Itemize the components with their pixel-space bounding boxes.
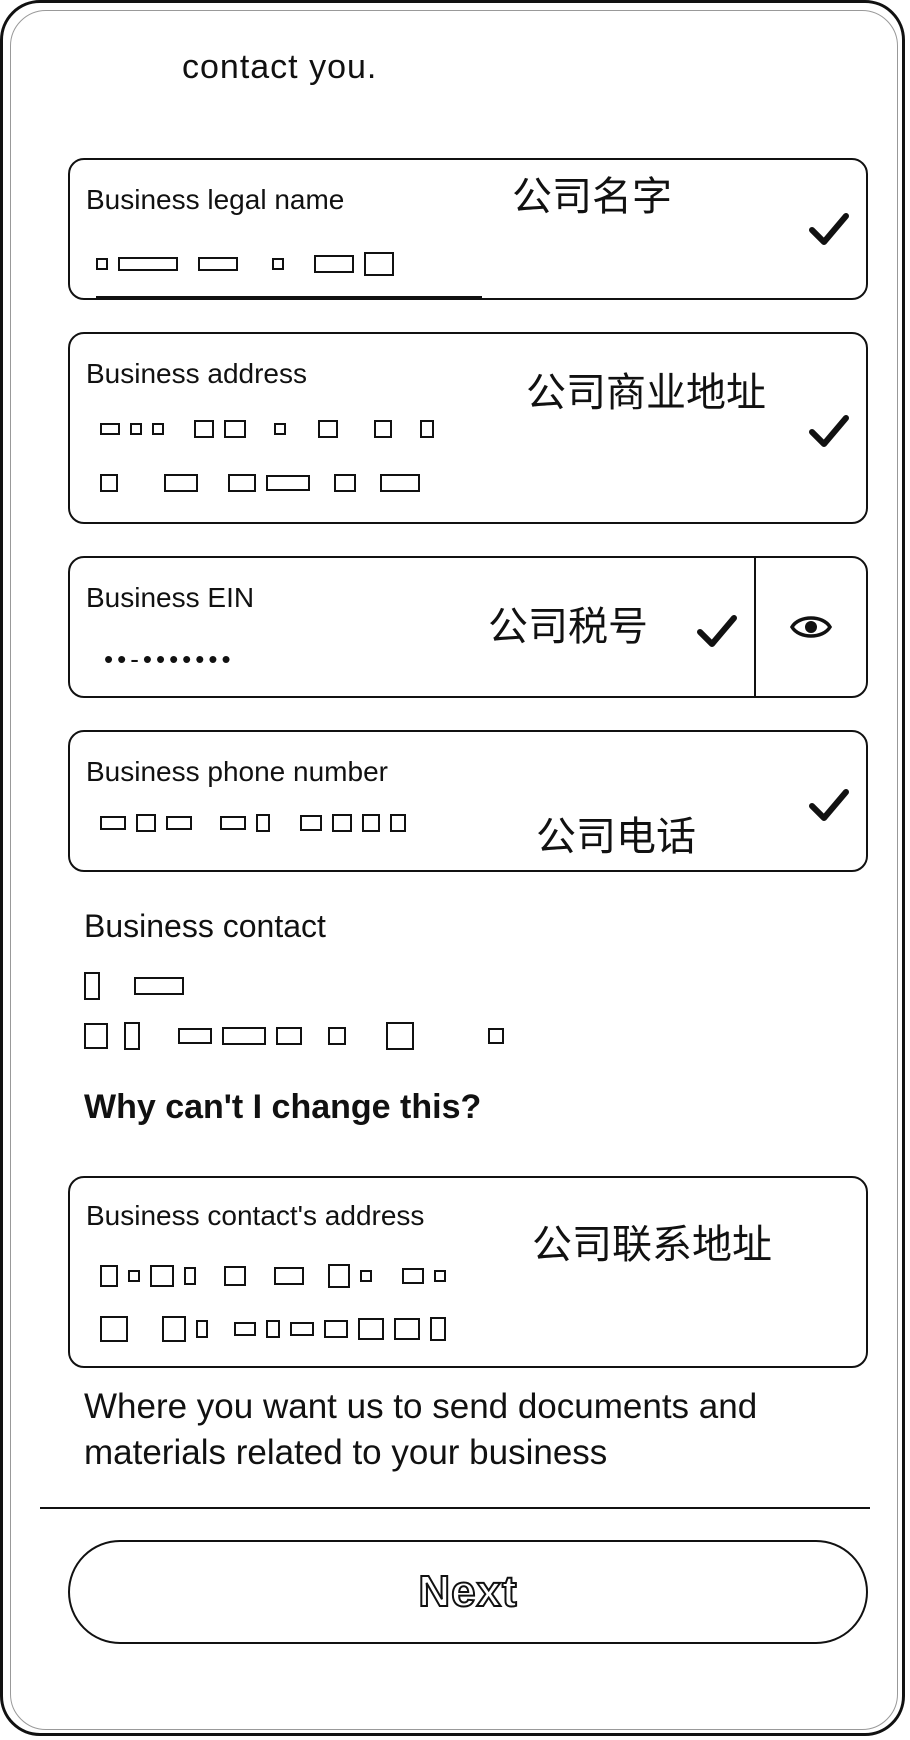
check-icon <box>806 206 852 252</box>
why-cant-change-link[interactable]: Why can't I change this? <box>84 1088 481 1127</box>
business-phone-annotation: 公司电话 <box>536 814 696 860</box>
text-cursor-underline <box>96 296 482 299</box>
intro-text: contact you. <box>182 48 378 86</box>
business-phone-field[interactable]: Business phone number 公司电话 <box>68 730 868 872</box>
business-address-line1-redacted <box>100 420 434 438</box>
business-contact-address-field[interactable]: Business contact's address 公司联系地址 <box>68 1176 868 1368</box>
ein-reveal-toggle[interactable] <box>754 558 866 696</box>
business-ein-label: Business EIN <box>86 582 255 613</box>
business-legal-name-label: Business legal name <box>86 184 345 215</box>
business-contact-address-line1-redacted <box>100 1264 446 1288</box>
business-ein-field[interactable]: Business EIN 公司税号 ••-••••••• <box>68 556 868 698</box>
footer-divider <box>40 1507 870 1509</box>
business-contact-address-label: Business contact's address <box>86 1200 425 1231</box>
business-ein-annotation: 公司税号 <box>488 604 648 650</box>
check-icon <box>806 408 852 454</box>
business-legal-name-annotation: 公司名字 <box>512 174 672 220</box>
business-phone-value-redacted <box>100 814 406 832</box>
business-address-field[interactable]: Business address 公司商业地址 <box>68 332 868 524</box>
check-icon <box>694 608 740 654</box>
business-contact-address-line2-redacted <box>100 1316 446 1342</box>
business-address-annotation: 公司商业地址 <box>526 370 766 416</box>
business-contact-address-annotation: 公司联系地址 <box>532 1222 772 1268</box>
business-legal-name-value-redacted <box>96 252 394 276</box>
business-contact-name-redacted <box>84 972 184 1000</box>
business-address-line2-redacted <box>100 474 420 492</box>
business-legal-name-field[interactable]: Business legal name 公司名字 <box>68 158 868 300</box>
contact-address-helper-text: Where you want us to send documents and … <box>84 1387 758 1472</box>
business-ein-masked-value: ••-••••••• <box>104 644 235 674</box>
business-contact-label: Business contact <box>84 908 326 944</box>
business-phone-label: Business phone number <box>86 756 388 787</box>
eye-icon[interactable] <box>789 605 833 649</box>
business-address-label: Business address <box>86 358 308 389</box>
next-button[interactable]: Next <box>68 1540 868 1644</box>
next-button-label: Next <box>417 1566 518 1617</box>
business-contact-detail-redacted <box>84 1022 504 1050</box>
check-icon <box>806 782 852 828</box>
